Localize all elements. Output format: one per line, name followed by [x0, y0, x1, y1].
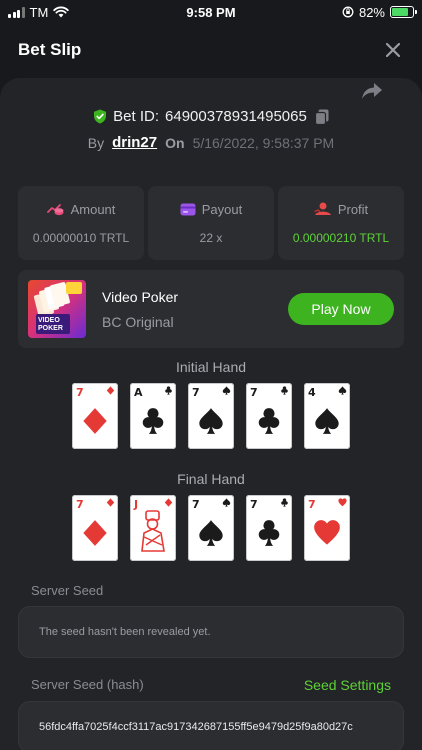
playing-card-7-diamond[interactable]: 7: [72, 383, 118, 449]
spade-icon: [199, 408, 223, 434]
card-rank: A: [134, 386, 143, 399]
club-icon: [142, 408, 164, 434]
signal-icon: [8, 6, 25, 18]
status-bar: TM 9:58 PM 82%: [0, 0, 422, 24]
game-card: VIDEO POKER Video Poker BC Original Play…: [18, 270, 404, 348]
final-hand-title: Final Hand: [177, 471, 245, 487]
stat-profit: Profit 0.00000210 TRTL: [278, 186, 404, 260]
carrier-label: TM: [29, 4, 49, 20]
card-rank: 7: [250, 386, 258, 399]
close-icon: [386, 43, 400, 57]
wallet-icon: [180, 203, 196, 215]
stats-row: Amount 0.00000010 TRTL Payout 22 x Profi…: [18, 186, 404, 260]
jack-face-illustration: [141, 510, 165, 552]
bet-id-row: Bet ID: 64900378931495065: [0, 108, 422, 125]
game-info: Video Poker BC Original: [102, 289, 178, 330]
stat-value: 0.00000010 TRTL: [32, 230, 130, 245]
profit-icon: [314, 202, 331, 215]
user-link[interactable]: drin27: [112, 134, 157, 151]
card-rank: 7: [308, 498, 316, 511]
initial-hand: 7 A 7 7 4: [72, 383, 350, 451]
stat-label: Profit: [337, 201, 369, 217]
coins-icon: [46, 204, 64, 216]
stat-label: Payout: [201, 201, 243, 217]
spade-small-icon: [222, 386, 231, 395]
diamond-icon: [83, 520, 107, 546]
stat-label: Amount: [70, 201, 116, 217]
card-rank: 7: [192, 386, 200, 399]
playing-card-7-spade[interactable]: 7: [188, 495, 234, 561]
by-row: By drin27 On 5/16/2022, 9:58:37 PM: [0, 134, 422, 151]
playing-card-7-heart[interactable]: 7: [304, 495, 350, 561]
battery-level: [392, 8, 409, 16]
heart-icon: [314, 520, 340, 545]
battery-percent: 82%: [358, 4, 385, 20]
shield-check-icon: [94, 109, 107, 124]
playing-card-7-diamond[interactable]: 7: [72, 495, 118, 561]
card-rank: 7: [192, 498, 200, 511]
playing-card-a-club[interactable]: A: [130, 383, 176, 449]
game-thumb-text: VIDEO POKER: [38, 317, 63, 332]
playing-card-j-diamond[interactable]: J: [130, 495, 176, 561]
server-seed-label: Server Seed: [31, 583, 104, 598]
club-small-icon: [165, 386, 172, 395]
stat-amount: Amount 0.00000010 TRTL: [18, 186, 144, 260]
spade-small-icon: [338, 386, 347, 395]
final-hand: 7 J 7 7 7: [72, 495, 350, 563]
club-small-icon: [281, 498, 288, 507]
diamond-small-icon: [106, 498, 115, 507]
club-icon: [258, 408, 280, 434]
share-icon: [362, 83, 382, 99]
stat-value: 22 x: [199, 230, 223, 245]
club-icon: [258, 520, 280, 546]
bet-id-label: Bet ID:: [113, 108, 160, 125]
server-seed-hash-label: Server Seed (hash): [31, 677, 144, 692]
stat-value: 0.00000210 TRTL: [292, 230, 390, 245]
playing-card-7-spade[interactable]: 7: [188, 383, 234, 449]
share-button[interactable]: [360, 80, 384, 102]
playing-card-4-spade[interactable]: 4: [304, 383, 350, 449]
server-seed-hash-box[interactable]: 56fdc4ffa7025f4ccf3117ac917342687155ff5e…: [18, 701, 404, 750]
initial-hand-title: Initial Hand: [175, 359, 247, 375]
by-label: By: [87, 134, 105, 151]
card-rank: 7: [250, 498, 258, 511]
diamond-icon: [83, 408, 107, 434]
copy-icon[interactable]: [314, 109, 329, 125]
card-rank: 7: [76, 498, 84, 511]
spade-icon: [199, 520, 223, 546]
playing-card-7-club[interactable]: 7: [246, 383, 292, 449]
stat-payout: Payout 22 x: [148, 186, 274, 260]
status-left: TM: [8, 5, 69, 20]
seed-settings-link[interactable]: Seed Settings: [304, 677, 391, 693]
on-label: On: [165, 134, 185, 151]
orientation-lock-icon: [342, 6, 354, 18]
wifi-icon: [53, 6, 69, 18]
spade-icon: [315, 408, 339, 434]
diamond-small-icon: [106, 386, 115, 395]
server-seed-box: The seed hasn't been revealed yet.: [18, 606, 404, 658]
bet-id-value: 64900378931495065: [165, 108, 307, 125]
game-subtitle: BC Original: [102, 313, 174, 330]
game-name[interactable]: Video Poker: [102, 289, 178, 305]
card-rank: 7: [76, 386, 84, 399]
bet-date: 5/16/2022, 9:58:37 PM: [192, 134, 335, 151]
spade-small-icon: [222, 498, 231, 507]
page-title: Bet Slip: [18, 40, 82, 59]
club-small-icon: [281, 386, 288, 395]
heart-small-icon: [338, 498, 347, 507]
header: Bet Slip: [0, 32, 422, 68]
play-now-button[interactable]: Play Now: [288, 293, 394, 325]
diamond-small-icon: [164, 498, 173, 507]
battery-icon: [390, 6, 417, 18]
playing-card-7-club[interactable]: 7: [246, 495, 292, 561]
status-right: 82%: [342, 4, 417, 20]
game-thumbnail[interactable]: VIDEO POKER: [28, 280, 86, 338]
close-button[interactable]: [382, 39, 404, 61]
card-rank: 4: [308, 386, 316, 399]
